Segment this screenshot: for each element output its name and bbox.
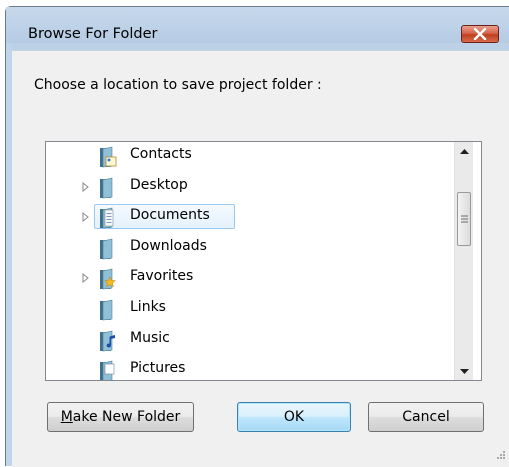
scroll-thumb[interactable] bbox=[457, 192, 471, 246]
scroll-up-arrow-icon bbox=[459, 148, 469, 154]
tree-item-contacts[interactable]: Contacts bbox=[46, 142, 454, 170]
expand-arrow-icon[interactable] bbox=[82, 212, 90, 223]
make-new-folder-mnemonic: M bbox=[60, 409, 73, 425]
tree-item-downloads[interactable]: Downloads bbox=[46, 234, 454, 262]
downloads-folder-icon bbox=[100, 238, 113, 260]
pictures-folder-icon bbox=[100, 360, 115, 380]
tree-item-desktop[interactable]: Desktop bbox=[46, 173, 454, 201]
contacts-folder-icon bbox=[100, 146, 117, 168]
tree-item-label: Pictures bbox=[130, 360, 186, 377]
scroll-up-button[interactable] bbox=[455, 142, 473, 160]
tree-item-pictures[interactable]: Pictures bbox=[46, 356, 454, 380]
tree-item-label: Links bbox=[130, 299, 166, 315]
dialog-prompt: Choose a location to save project folder… bbox=[34, 77, 322, 93]
music-folder-icon bbox=[100, 330, 115, 351]
resize-grip-icon[interactable] bbox=[494, 448, 506, 460]
close-icon bbox=[473, 28, 487, 40]
tree-item-label: Music bbox=[130, 329, 170, 346]
tree-item-favorites[interactable]: Favorites bbox=[46, 264, 454, 292]
tree-item-label: Documents bbox=[130, 207, 210, 224]
favorites-folder-icon bbox=[100, 269, 116, 290]
tree-item-label: Desktop bbox=[130, 176, 188, 193]
window-title: Browse For Folder bbox=[28, 26, 158, 42]
scroll-down-button[interactable] bbox=[455, 362, 473, 380]
tree-item-label: Contacts bbox=[130, 146, 192, 162]
tree-item-label: Downloads bbox=[130, 237, 207, 254]
cancel-button[interactable]: Cancel bbox=[368, 402, 484, 432]
make-new-folder-label: ake New Folder bbox=[72, 409, 181, 425]
expand-arrow-icon[interactable] bbox=[82, 273, 90, 284]
make-new-folder-button[interactable]: Make New Folder bbox=[47, 402, 194, 432]
ok-label: OK bbox=[283, 409, 305, 425]
documents-folder-icon bbox=[100, 207, 114, 229]
ok-button[interactable]: OK bbox=[237, 402, 351, 432]
tree-item-label: Favorites bbox=[130, 268, 194, 285]
desktop-folder-icon bbox=[100, 177, 113, 198]
scroll-down-arrow-icon bbox=[459, 368, 469, 374]
close-button[interactable] bbox=[461, 25, 499, 43]
folder-tree[interactable]: Contacts Desktop Documents Downloads Favorit… bbox=[45, 141, 482, 381]
tree-item-documents[interactable]: Documents bbox=[46, 203, 454, 231]
tree-vertical-scrollbar[interactable] bbox=[454, 142, 473, 380]
expand-arrow-icon[interactable] bbox=[82, 181, 90, 192]
cancel-label: Cancel bbox=[402, 409, 450, 425]
tree-item-music[interactable]: Music bbox=[46, 326, 454, 354]
links-folder-icon bbox=[100, 299, 113, 321]
grip-lines-icon bbox=[460, 215, 468, 223]
tree-item-links[interactable]: Links bbox=[46, 295, 454, 323]
